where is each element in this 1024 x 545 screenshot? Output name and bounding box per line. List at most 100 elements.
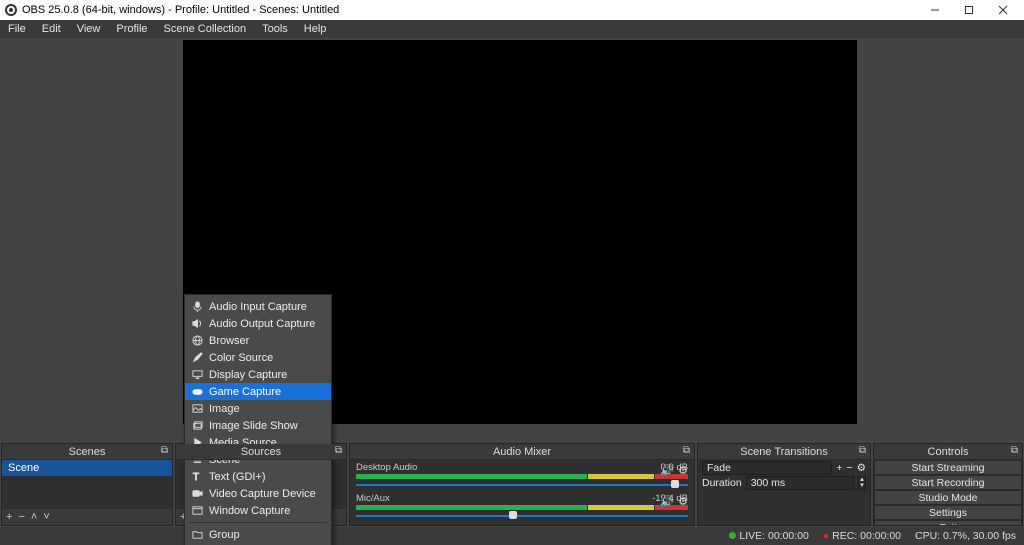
menu-item-display-capture[interactable]: Display Capture (185, 366, 331, 383)
mixer-mute-button[interactable]: 🔊 (660, 464, 674, 477)
transition-duration-stepper[interactable]: ▴▾ (858, 476, 866, 490)
menu-file[interactable]: File (0, 21, 34, 37)
mixer-volume-slider[interactable] (356, 481, 688, 489)
mixer-settings-button[interactable]: ⚙ (678, 495, 688, 508)
scenes-list[interactable]: Scene (2, 460, 172, 509)
sources-panel-title: Sources (241, 446, 281, 458)
start-recording-button[interactable]: Start Recording (874, 475, 1022, 490)
transitions-panel: Scene Transitions ⧉ Fade + − ⚙ Duration … (697, 443, 871, 526)
scenes-move-down-button[interactable]: ˅ (43, 511, 49, 523)
menu-help[interactable]: Help (296, 21, 335, 37)
menu-item-audio-input-capture[interactable]: Audio Input Capture (185, 298, 331, 315)
controls-title: Controls (928, 446, 969, 458)
menu-item-label: Video Capture Device (209, 488, 316, 500)
transitions-header: Scene Transitions ⧉ (698, 444, 870, 460)
image-icon (191, 403, 203, 414)
studio-mode-button[interactable]: Studio Mode (874, 490, 1022, 505)
audio-mixer-panel: Audio Mixer ⧉ Desktop Audio0.0 dB🔊⚙Mic/A… (349, 443, 695, 526)
window-icon (191, 505, 203, 516)
menu-item-label: Image Slide Show (209, 420, 298, 432)
transition-duration-label: Duration (702, 477, 742, 489)
menu-item-image[interactable]: Image (185, 400, 331, 417)
menu-profile[interactable]: Profile (108, 21, 155, 37)
menu-edit[interactable]: Edit (34, 21, 69, 37)
app-icon (4, 3, 18, 17)
transitions-popout-icon[interactable]: ⧉ (859, 445, 866, 456)
main-area: Audio Input Capture Audio Output Capture B… (0, 38, 1024, 442)
mixer-mute-button[interactable]: 🔊 (660, 495, 674, 508)
globe-icon (191, 335, 203, 346)
menu-item-video-capture-device[interactable]: Video Capture Device (185, 485, 331, 502)
mixer-level-meter (356, 474, 688, 479)
title-bar: OBS 25.0.8 (64-bit, windows) - Profile: … (0, 0, 1024, 20)
gamepad-icon (191, 386, 203, 397)
sources-popout-icon[interactable]: ⧉ (335, 445, 342, 456)
menu-item-label: Audio Output Capture (209, 318, 315, 330)
menu-item-text-gdi[interactable]: TText (GDI+) (185, 468, 331, 485)
scenes-popout-icon[interactable]: ⧉ (161, 445, 168, 456)
menu-item-image-slide-show[interactable]: Image Slide Show (185, 417, 331, 434)
scenes-panel: Scenes ⧉ Scene + − ˄ ˅ (1, 443, 173, 526)
status-live: LIVE: 00:00:00 (729, 530, 808, 542)
sources-panel-header: Sources ⧉ (176, 444, 346, 460)
transition-remove-button[interactable]: − (846, 462, 852, 474)
mixer-settings-button[interactable]: ⚙ (678, 464, 688, 477)
scenes-panel-title: Scenes (69, 446, 106, 458)
speaker-icon (191, 318, 203, 329)
folder-icon (191, 529, 203, 540)
scenes-add-button[interactable]: + (6, 511, 12, 523)
minimize-button[interactable] (918, 0, 952, 20)
menu-item-audio-output-capture[interactable]: Audio Output Capture (185, 315, 331, 332)
mixer-volume-slider[interactable] (356, 512, 688, 520)
menu-item-label: Browser (209, 335, 249, 347)
bottom-panels: Scenes ⧉ Scene + − ˄ ˅ Sources ⧉ + − ⚙ ˄… (0, 442, 1024, 527)
menu-item-label: Audio Input Capture (209, 301, 307, 313)
menu-item-window-capture[interactable]: Window Capture (185, 502, 331, 519)
settings-button[interactable]: Settings (874, 505, 1022, 520)
controls-header: Controls ⧉ (874, 444, 1022, 460)
transitions-body: Fade + − ⚙ Duration 300 ms ▴▾ (698, 460, 870, 525)
menu-tools[interactable]: Tools (254, 21, 296, 37)
brush-icon (191, 352, 203, 363)
scenes-remove-button[interactable]: − (18, 511, 24, 523)
audio-mixer-popout-icon[interactable]: ⧉ (683, 445, 690, 456)
transition-duration-field[interactable]: 300 ms (746, 476, 854, 490)
camera-icon (191, 488, 203, 499)
start-streaming-button[interactable]: Start Streaming (874, 460, 1022, 475)
menu-item-label: Display Capture (209, 369, 287, 381)
mixer-channel-name: Mic/Aux (356, 493, 390, 504)
menu-item-game-capture[interactable]: Game Capture (185, 383, 331, 400)
status-rec: ● REC: 00:00:00 (823, 530, 901, 542)
status-bar: LIVE: 00:00:00 ● REC: 00:00:00 CPU: 0.7%… (0, 527, 1024, 545)
exit-button[interactable]: Exit (874, 520, 1022, 525)
audio-mixer-header: Audio Mixer ⧉ (350, 444, 694, 460)
menu-separator (189, 522, 327, 523)
scene-item[interactable]: Scene (2, 460, 172, 476)
menu-item-browser[interactable]: Browser (185, 332, 331, 349)
audio-mixer-title: Audio Mixer (493, 446, 551, 458)
menu-item-color-source[interactable]: Color Source (185, 349, 331, 366)
live-dot-icon (729, 532, 736, 539)
controls-popout-icon[interactable]: ⧉ (1011, 445, 1018, 456)
audio-mixer-body: Desktop Audio0.0 dB🔊⚙Mic/Aux-19.4 dB🔊⚙ (350, 460, 694, 525)
mixer-level-meter (356, 505, 688, 510)
menu-bar: File Edit View Profile Scene Collection … (0, 20, 1024, 38)
add-source-menu: Audio Input Capture Audio Output Capture B… (184, 294, 332, 545)
menu-item-label: Window Capture (209, 505, 290, 517)
menu-item-label: Group (209, 529, 240, 541)
transition-add-button[interactable]: + (836, 462, 842, 474)
menu-view[interactable]: View (69, 21, 109, 37)
scenes-move-up-button[interactable]: ˄ (31, 511, 37, 523)
maximize-button[interactable] (952, 0, 986, 20)
menu-item-group[interactable]: Group (185, 526, 331, 543)
menu-scene-collection[interactable]: Scene Collection (156, 21, 255, 37)
controls-panel: Controls ⧉ Start Streaming Start Recordi… (873, 443, 1023, 526)
close-button[interactable] (986, 0, 1020, 20)
transition-properties-button[interactable]: ⚙ (857, 462, 866, 474)
transition-select[interactable]: Fade (702, 461, 832, 475)
transitions-title: Scene Transitions (740, 446, 827, 458)
scenes-panel-header: Scenes ⧉ (2, 444, 172, 460)
window-title: OBS 25.0.8 (64-bit, windows) - Profile: … (22, 4, 339, 16)
menu-item-label: Game Capture (209, 386, 281, 398)
mic-icon (191, 301, 203, 312)
